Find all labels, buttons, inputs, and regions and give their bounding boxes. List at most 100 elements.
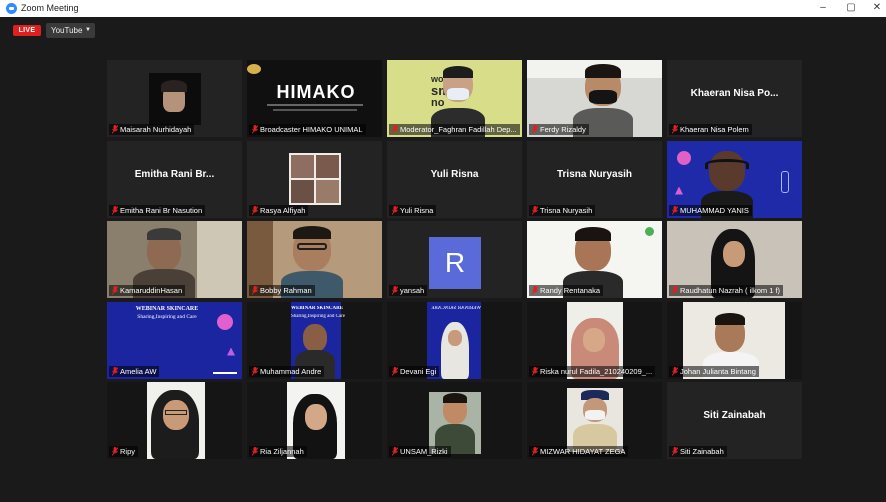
minimize-button[interactable]: – (812, 1, 834, 15)
participant-tile[interactable]: UNSAM_Rizki (387, 382, 522, 459)
participant-name: Khaeran Nisa Polem (680, 125, 749, 134)
mic-muted-icon (532, 286, 538, 295)
mic-muted-icon (112, 125, 118, 134)
mic-muted-icon (252, 125, 258, 134)
mic-muted-icon (252, 366, 258, 376)
participant-tile[interactable]: MUHAMMAD YANIS (667, 140, 802, 218)
participant-name: Johan Julianta Bintang (680, 366, 756, 376)
participant-name: KamaruddinHasan (120, 286, 183, 295)
participant-tile[interactable]: Ryansah (387, 221, 522, 298)
participant-name: Muhammad Andre (260, 366, 322, 376)
mic-muted-icon (672, 447, 678, 456)
participant-tile[interactable]: wosmartnoModerator_Faghran Fadillah Dep.… (387, 60, 522, 137)
maximize-button[interactable]: ▢ (840, 1, 862, 15)
participant-name: Raudhatun Nazrah ( ilkom 1 f) (680, 286, 781, 295)
participant-name-label: Ria Ziljannah (249, 446, 307, 457)
participant-tile[interactable]: Siti Zainabah Siti Zainabah (667, 382, 802, 459)
participant-name-label: Muhammad Andre (249, 365, 325, 377)
window-titlebar: Zoom Meeting – ▢ ✕ (0, 0, 886, 17)
participant-tile[interactable]: Ripy (107, 382, 242, 459)
webinar-subtitle: Sharing,Inspiring and Care (137, 313, 197, 320)
participant-tile[interactable]: Riska nurul Fadila_210240209_... (527, 301, 662, 379)
close-button[interactable]: ✕ (866, 1, 886, 15)
webinar-title: WEBINAR SKINCARE (135, 305, 199, 312)
participant-tile[interactable]: Randy Rentanaka (527, 221, 662, 298)
participant-name-label: Ripy (109, 446, 139, 457)
participant-name-label: UNSAM_Rizki (389, 446, 451, 457)
himako-logo-text: HIMAKO (276, 82, 356, 102)
participant-name: Amelia AW (120, 366, 157, 376)
participant-name: Ripy (120, 447, 136, 456)
webinar-title-2: WEBINAR SKINCARE (291, 305, 344, 311)
participant-tile[interactable]: Yuli Risna Yuli Risna (387, 140, 522, 218)
participant-name: Bobby Rahman (260, 286, 312, 295)
participant-tile[interactable]: Raudhatun Nazrah ( ilkom 1 f) (667, 221, 802, 298)
mic-muted-icon (252, 286, 258, 295)
participant-tile[interactable]: Bobby Rahman (247, 221, 382, 298)
participant-tile[interactable]: Trisna Nuryasih Trisna Nuryasih (527, 140, 662, 218)
participant-name-label: KamaruddinHasan (109, 285, 186, 296)
participant-name-label: yansah (389, 285, 428, 296)
meeting-topbar: LIVE YouTube ▼ (0, 17, 886, 43)
participant-tile[interactable]: WEBINAR SKINCARE Sharing,Inspiring and Ca… (107, 301, 242, 379)
participant-name-label: Devani Egi (389, 365, 440, 377)
participant-tile[interactable]: Rasya Alfiyah (247, 140, 382, 218)
participant-name-label: MIZWAR HIDAYAT ZEGA (529, 446, 629, 457)
participant-tile[interactable]: KamaruddinHasan (107, 221, 242, 298)
participant-name-label: Raudhatun Nazrah ( ilkom 1 f) (669, 285, 784, 296)
participant-display-name: Siti Zainabah (703, 410, 766, 421)
participant-name: Moderator_Faghran Fadillah Dep... (400, 125, 517, 134)
participant-tile[interactable]: Khaeran Nisa Po... Khaeran Nisa Polem (667, 60, 802, 137)
participant-name: Ria Ziljannah (260, 447, 304, 456)
mic-muted-icon (112, 366, 118, 376)
participant-name-label: MUHAMMAD YANIS (669, 204, 752, 216)
stream-dropdown[interactable]: YouTube ▼ (46, 23, 95, 38)
participant-display-name: Yuli Risna (430, 168, 479, 180)
participant-name: Yuli Risna (400, 205, 434, 215)
mic-muted-icon (672, 286, 678, 295)
mic-muted-icon (252, 205, 258, 215)
participant-tile[interactable]: Ferdy Rizaldy (527, 60, 662, 137)
participant-tile[interactable]: Ria Ziljannah (247, 382, 382, 459)
participant-name: Trisna Nuryasih (540, 205, 593, 215)
participant-name: Randy Rentanaka (540, 286, 601, 295)
mic-muted-icon (672, 125, 678, 134)
participant-name-label: Maisarah Nurhidayah (109, 124, 195, 135)
mic-muted-icon (112, 447, 118, 456)
participant-tile[interactable]: WEBINAR SKINCARE Devani Egi (387, 301, 522, 379)
participant-tile[interactable]: MIZWAR HIDAYAT ZEGA (527, 382, 662, 459)
mic-muted-icon (392, 447, 398, 456)
participant-display-name: Emitha Rani Br... (134, 168, 215, 180)
webinar-title-3: WEBINAR SKINCARE (431, 305, 481, 311)
participant-name: Siti Zainabah (680, 447, 724, 456)
webinar-subtitle-2: Sharing,Inspiring and Care (291, 313, 346, 319)
mic-muted-icon (532, 205, 538, 215)
mic-muted-icon (672, 205, 678, 215)
participant-tile[interactable]: Emitha Rani Br... Emitha Rani Br Nasution (107, 140, 242, 218)
participant-name: Devani Egi (400, 366, 437, 376)
participant-name-label: Emitha Rani Br Nasution (109, 204, 206, 216)
participant-name-label: Bobby Rahman (249, 285, 315, 296)
participant-name-label: Randy Rentanaka (529, 285, 604, 296)
mic-muted-icon (112, 286, 118, 295)
participant-tile[interactable]: WEBINAR SKINCARE Sharing,Inspiring and Ca… (247, 301, 382, 379)
participant-name-label: Johan Julianta Bintang (669, 365, 759, 377)
live-badge[interactable]: LIVE (13, 25, 41, 36)
participant-name: Maisarah Nurhidayah (120, 125, 192, 134)
mic-muted-icon (532, 125, 538, 134)
mic-muted-icon (392, 205, 398, 215)
mic-muted-icon (112, 205, 118, 215)
participant-tile[interactable]: Johan Julianta Bintang (667, 301, 802, 379)
mic-muted-icon (672, 366, 678, 376)
participant-display-name: Khaeran Nisa Po... (690, 88, 779, 99)
participant-tile[interactable]: HIMAKO Broadcaster HIMAKO UNIMAL (247, 60, 382, 137)
participant-name-label: Ferdy Rizaldy (529, 124, 589, 135)
participant-name: Riska nurul Fadila_210240209_... (540, 366, 653, 376)
participant-avatar: R (429, 237, 481, 289)
mic-muted-icon (252, 447, 258, 456)
participant-name: MIZWAR HIDAYAT ZEGA (540, 447, 626, 456)
participant-name-label: Siti Zainabah (669, 446, 727, 457)
video-gallery: Maisarah Nurhidayah HIMAKO Broadcaster HIM… (107, 60, 802, 459)
participant-name-label: Khaeran Nisa Polem (669, 124, 752, 135)
participant-tile[interactable]: Maisarah Nurhidayah (107, 60, 242, 137)
